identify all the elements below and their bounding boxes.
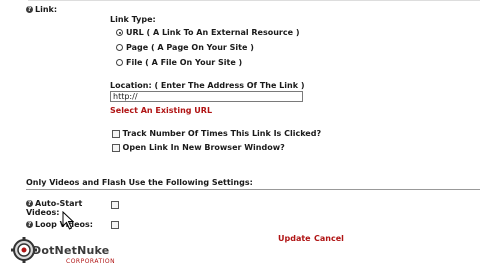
cancel-link[interactable]: Cancel: [314, 234, 344, 243]
link-type-page-option[interactable]: Page ( A Page On Your Site ): [116, 43, 254, 52]
select-existing-url-link[interactable]: Select An Existing URL: [110, 106, 212, 115]
video-settings-heading: Only Videos and Flash Use the Following …: [26, 178, 253, 187]
track-clicks-checkbox[interactable]: [112, 129, 120, 138]
radio-file-label: File ( A File On Your Site ): [126, 58, 243, 67]
help-icon[interactable]: ?: [26, 200, 33, 207]
location-input[interactable]: [110, 91, 303, 102]
location-label: Location: ( Enter The Address Of The Lin…: [110, 81, 305, 90]
auto-start-checkbox[interactable]: [111, 201, 119, 209]
new-window-checkbox[interactable]: [112, 143, 120, 152]
link-type-label: Link Type:: [110, 15, 156, 24]
logo-text: DotNetNuke: [32, 244, 110, 257]
loop-videos-checkbox[interactable]: [111, 221, 119, 229]
new-window-label: Open Link In New Browser Window?: [122, 143, 285, 152]
link-label-text: Link:: [35, 5, 58, 14]
radio-file[interactable]: [116, 59, 123, 66]
help-icon[interactable]: ?: [26, 6, 33, 13]
top-divider: [28, 0, 480, 1]
radio-page[interactable]: [116, 44, 123, 51]
link-type-file-option[interactable]: File ( A File On Your Site ): [116, 58, 242, 67]
radio-url[interactable]: [116, 29, 123, 36]
track-clicks-row: Track Number Of Times This Link Is Click…: [112, 129, 321, 138]
loop-videos-label: ? Loop Videos:: [26, 220, 93, 229]
update-link[interactable]: Update: [278, 234, 311, 243]
link-field-label: ? Link:: [26, 5, 57, 14]
link-type-url-option[interactable]: URL ( A Link To An External Resource ): [116, 28, 299, 37]
track-clicks-label: Track Number Of Times This Link Is Click…: [122, 129, 322, 138]
radio-page-label: Page ( A Page On Your Site ): [126, 43, 254, 52]
new-window-row: Open Link In New Browser Window?: [112, 143, 285, 152]
mouse-pointer-icon: [62, 211, 75, 230]
auto-start-label: ? Auto-Start Videos:: [26, 199, 86, 217]
video-section-divider: [26, 189, 480, 190]
logo-subtitle: CORPORATION: [66, 258, 116, 265]
radio-url-label: URL ( A Link To An External Resource ): [126, 28, 300, 37]
help-icon[interactable]: ?: [26, 221, 33, 228]
